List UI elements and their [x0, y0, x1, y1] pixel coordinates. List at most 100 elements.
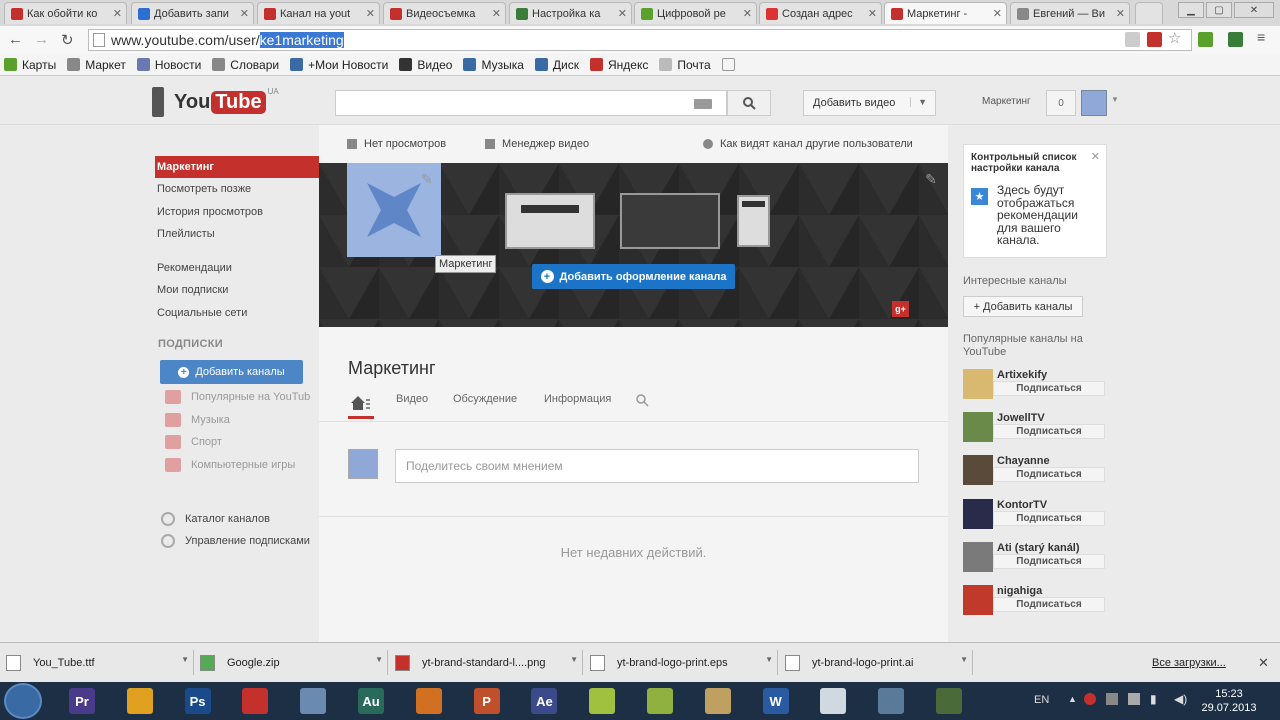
close-icon[interactable]: ✕	[1258, 655, 1269, 671]
close-icon[interactable]: ✕	[113, 7, 122, 20]
close-icon[interactable]: ✕	[240, 7, 249, 20]
volume-icon[interactable]: ◀)	[1174, 692, 1187, 706]
tab-discussion[interactable]: Обсуждение	[453, 393, 517, 405]
rss-icon[interactable]	[1125, 32, 1140, 47]
back-icon[interactable]: ←	[8, 31, 23, 48]
chevron-down-icon[interactable]: ▼	[910, 97, 927, 107]
close-icon[interactable]: ✕	[1234, 2, 1274, 18]
taskbar-app-13[interactable]	[808, 685, 858, 717]
forward-icon[interactable]: →	[34, 31, 49, 48]
chevron-down-icon[interactable]: ▼	[570, 655, 578, 664]
bookmark-5[interactable]: Видео	[399, 58, 452, 72]
add-channels-button[interactable]: + Добавить каналы	[160, 360, 303, 384]
guide-sub-0[interactable]: Популярные на YouTub	[155, 386, 319, 409]
view-as-link[interactable]: Как видят канал другие пользователи	[703, 138, 913, 150]
bookmark-1[interactable]: Маркет	[67, 58, 126, 72]
close-icon[interactable]: ✕	[743, 7, 752, 20]
subscribe-button[interactable]: Подписаться	[993, 553, 1105, 569]
close-icon[interactable]: ✕	[1091, 150, 1100, 163]
taskbar-app-6[interactable]	[404, 685, 454, 717]
bookmark-2[interactable]: Новости	[136, 58, 201, 72]
subscribe-button[interactable]: Подписаться	[993, 467, 1105, 483]
guide-item2-1[interactable]: Мои подписки	[155, 279, 319, 302]
channel-avatar[interactable]	[963, 369, 993, 399]
bookmark-3[interactable]: Словари	[212, 58, 279, 72]
taskbar-app-2[interactable]: Ps	[173, 685, 223, 717]
tab-7[interactable]: Маркетинг - ✕	[884, 2, 1007, 24]
chevron-down-icon[interactable]: ▼	[960, 655, 968, 664]
guide-item2-2[interactable]: Социальные сети	[155, 302, 319, 325]
guide-sub-1[interactable]: Музыка	[155, 409, 319, 432]
channel-avatar[interactable]	[963, 455, 993, 486]
youtube-logo[interactable]: You Tube UA	[152, 87, 279, 117]
download-item[interactable]: yt-brand-logo-print.eps ▼	[590, 650, 778, 675]
tab-0[interactable]: Как обойти ко ✕	[4, 2, 127, 24]
views-link[interactable]: Нет просмотров	[347, 138, 446, 150]
channel-avatar[interactable]	[963, 412, 993, 443]
address-bar[interactable]: www.youtube.com/user/ke1marketing	[88, 29, 1192, 51]
clock[interactable]: 15:23 29.07.2013	[1200, 687, 1258, 715]
tray-app-icon[interactable]	[1084, 693, 1096, 705]
taskbar-app-9[interactable]	[577, 685, 627, 717]
extension-icon[interactable]	[1147, 32, 1162, 47]
menu-icon[interactable]: ≡	[1257, 29, 1272, 45]
chevron-down-icon[interactable]: ▼	[375, 655, 383, 664]
channel-name[interactable]: Ati (starý kanál)	[997, 542, 1080, 554]
keyboard-icon[interactable]	[694, 99, 712, 109]
tray-expand-icon[interactable]: ▲	[1068, 694, 1077, 704]
tab-2[interactable]: Канал на yout ✕	[257, 2, 380, 24]
add-channel-art-button[interactable]: + Добавить оформление канала	[532, 264, 735, 289]
chevron-down-icon[interactable]: ▼	[181, 655, 189, 664]
tab-home[interactable]	[348, 393, 374, 419]
subscribe-button[interactable]: Подписаться	[993, 424, 1105, 440]
channel-name[interactable]: JowellTV	[997, 412, 1045, 424]
edit-icon[interactable]: ✎	[417, 169, 437, 189]
tab-1[interactable]: Добавить запи ✕	[131, 2, 254, 24]
subscribe-button[interactable]: Подписаться	[993, 597, 1105, 612]
edit-banner-icon[interactable]: ✎	[921, 169, 941, 189]
search-button[interactable]	[727, 90, 771, 116]
bookmark-0[interactable]: Карты	[4, 58, 56, 72]
guide-item-2[interactable]: История просмотров	[155, 201, 319, 224]
subscribe-button[interactable]: Подписаться	[993, 381, 1105, 396]
channel-name[interactable]: nigahiga	[997, 585, 1042, 597]
close-icon[interactable]: ✕	[492, 7, 501, 20]
tab-info[interactable]: Информация	[544, 393, 611, 405]
channel-name[interactable]: Artixekify	[997, 369, 1047, 381]
download-item[interactable]: You_Tube.ttf ▼	[6, 650, 194, 675]
taskbar-app-4[interactable]	[288, 685, 338, 717]
bookmark-9[interactable]: Почта	[659, 58, 711, 72]
taskbar-app-1[interactable]	[115, 685, 165, 717]
bookmark-4[interactable]: +Мои Новости	[290, 58, 388, 72]
bookmark-7[interactable]: Диск	[534, 58, 579, 72]
download-item[interactable]: Google.zip ▼	[200, 650, 388, 675]
taskbar-app-14[interactable]	[866, 685, 916, 717]
taskbar-app-10[interactable]	[635, 685, 685, 717]
close-icon[interactable]: ✕	[868, 7, 877, 20]
close-icon[interactable]: ✕	[1116, 7, 1125, 20]
language-indicator[interactable]: EN	[1034, 694, 1049, 706]
channel-avatar[interactable]	[963, 541, 993, 572]
taskbar-app-12[interactable]: W	[751, 685, 801, 717]
maximize-icon[interactable]: ▢	[1206, 2, 1232, 18]
search-input[interactable]	[335, 90, 727, 116]
start-button[interactable]	[4, 683, 42, 719]
guide-footer-0[interactable]: Каталог каналов	[155, 508, 319, 530]
tab-8[interactable]: Евгений — Ви ✕	[1010, 2, 1130, 24]
chevron-down-icon[interactable]: ▼	[1111, 95, 1119, 104]
avatar[interactable]	[1081, 90, 1107, 116]
network-icon[interactable]: ▮	[1150, 692, 1157, 706]
close-icon[interactable]: ✕	[993, 7, 1002, 20]
guide-item-3[interactable]: Плейлисты	[155, 223, 319, 246]
video-manager-link[interactable]: Менеджер видео	[485, 138, 589, 150]
taskbar-app-7[interactable]: P	[462, 685, 512, 717]
download-ext-icon[interactable]	[1198, 32, 1213, 47]
username[interactable]: Маркетинг	[982, 96, 1031, 107]
chevron-down-icon[interactable]: ▼	[765, 655, 773, 664]
bookmark-folder[interactable]	[721, 58, 740, 71]
guide-footer-1[interactable]: Управление подписками	[155, 530, 319, 552]
tab-3[interactable]: Видеосъемка ✕	[383, 2, 506, 24]
minimize-icon[interactable]: ▁	[1178, 2, 1204, 18]
tab-4[interactable]: Настройка ка ✕	[509, 2, 632, 24]
tab-video[interactable]: Видео	[396, 393, 428, 405]
